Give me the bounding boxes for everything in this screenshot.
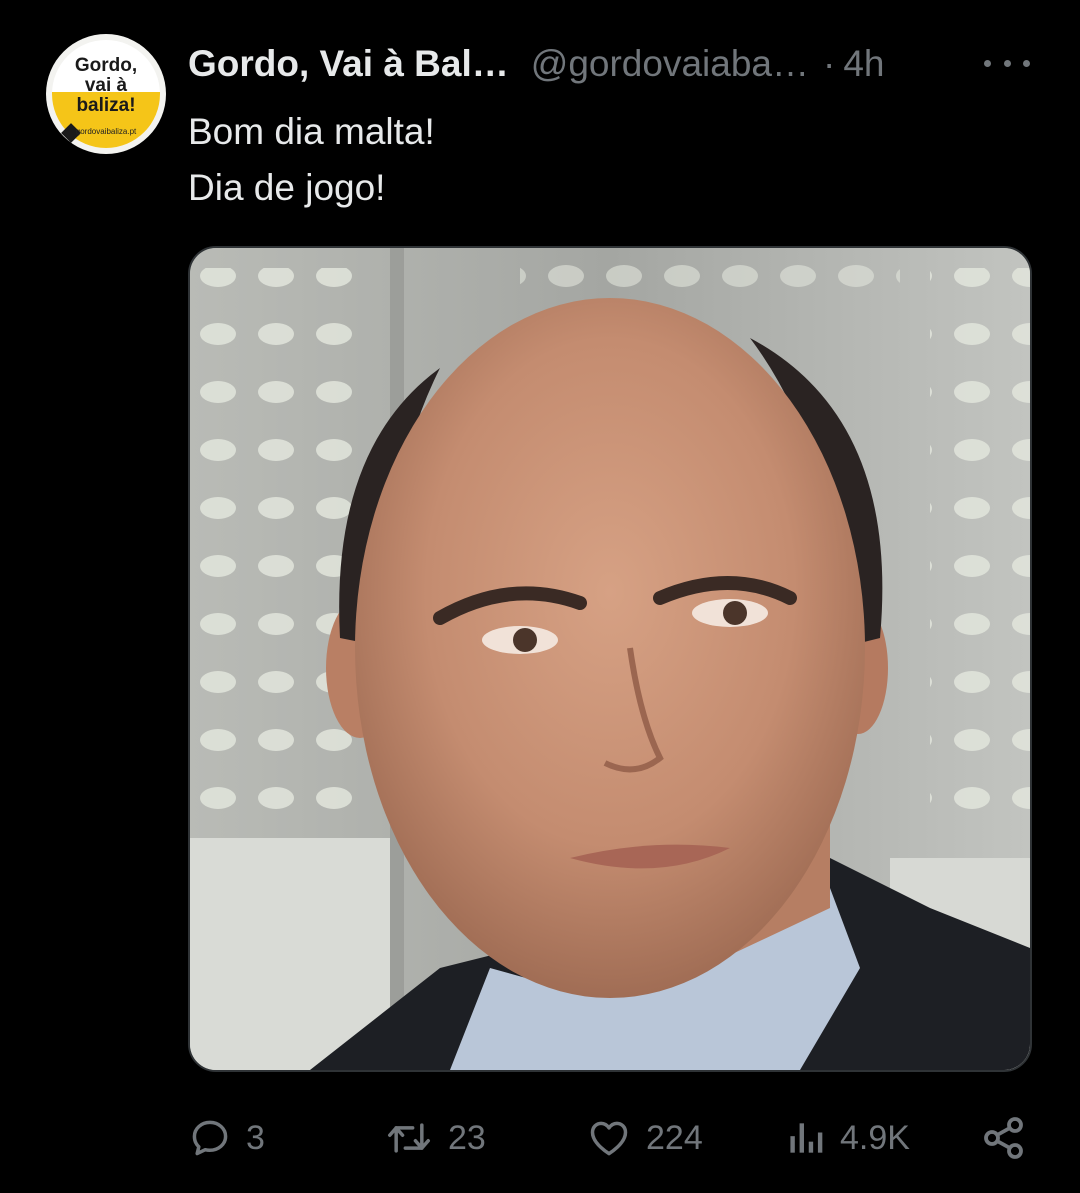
like-button[interactable]: 224 [586, 1108, 703, 1168]
avatar[interactable]: Gordo, vai à baliza! gordovaibaliza.pt [46, 34, 166, 154]
more-dot [1023, 59, 1030, 67]
header-separator: · [823, 43, 836, 84]
avatar-logo-url: gordovaibaliza.pt [75, 127, 137, 136]
tweet[interactable]: Gordo, vai à baliza! gordovaibaliza.pt G… [0, 0, 1080, 1193]
more-dot [984, 59, 991, 67]
heart-icon [586, 1116, 632, 1160]
author-handle[interactable]: @gordovaiaba… [531, 43, 809, 85]
retweet-icon [384, 1116, 434, 1160]
tweet-timestamp[interactable]: 4h [843, 43, 884, 85]
tweet-text-line: Dia de jogo! [188, 167, 386, 208]
more-dot [1003, 59, 1011, 67]
views-count: 4.9K [840, 1118, 910, 1157]
reply-button[interactable]: 3 [188, 1108, 265, 1168]
retweet-button[interactable]: 23 [384, 1108, 486, 1168]
reply-count: 3 [246, 1118, 265, 1157]
reply-icon [188, 1116, 232, 1160]
views-button[interactable]: 4.9K [786, 1108, 910, 1168]
share-icon [980, 1114, 1028, 1162]
tweet-text: Bom dia malta! Dia de jogo! [188, 104, 435, 216]
tweet-text-line: Bom dia malta! [188, 111, 435, 152]
portrait-photo [190, 248, 1030, 1070]
tweet-header: Gordo, Vai à Bal… @gordovaiaba… · 4h [188, 40, 884, 88]
avatar-logo-text: Gordo, vai à baliza! [46, 56, 166, 116]
avatar-logo-line-1: Gordo, [74, 55, 138, 76]
tweet-media-image[interactable] [188, 246, 1032, 1072]
author-display-name[interactable]: Gordo, Vai à Bal… [188, 43, 509, 85]
like-count: 224 [646, 1118, 703, 1157]
avatar-logo-line-3: baliza! [76, 95, 136, 116]
tweet-actions: 3 23 224 4.9K [188, 1108, 1030, 1168]
views-icon [786, 1116, 826, 1160]
avatar-logo-line-2: vai à [84, 75, 128, 96]
retweet-count: 23 [448, 1118, 486, 1157]
more-icon[interactable] [984, 48, 1030, 78]
share-button[interactable] [980, 1108, 1028, 1168]
